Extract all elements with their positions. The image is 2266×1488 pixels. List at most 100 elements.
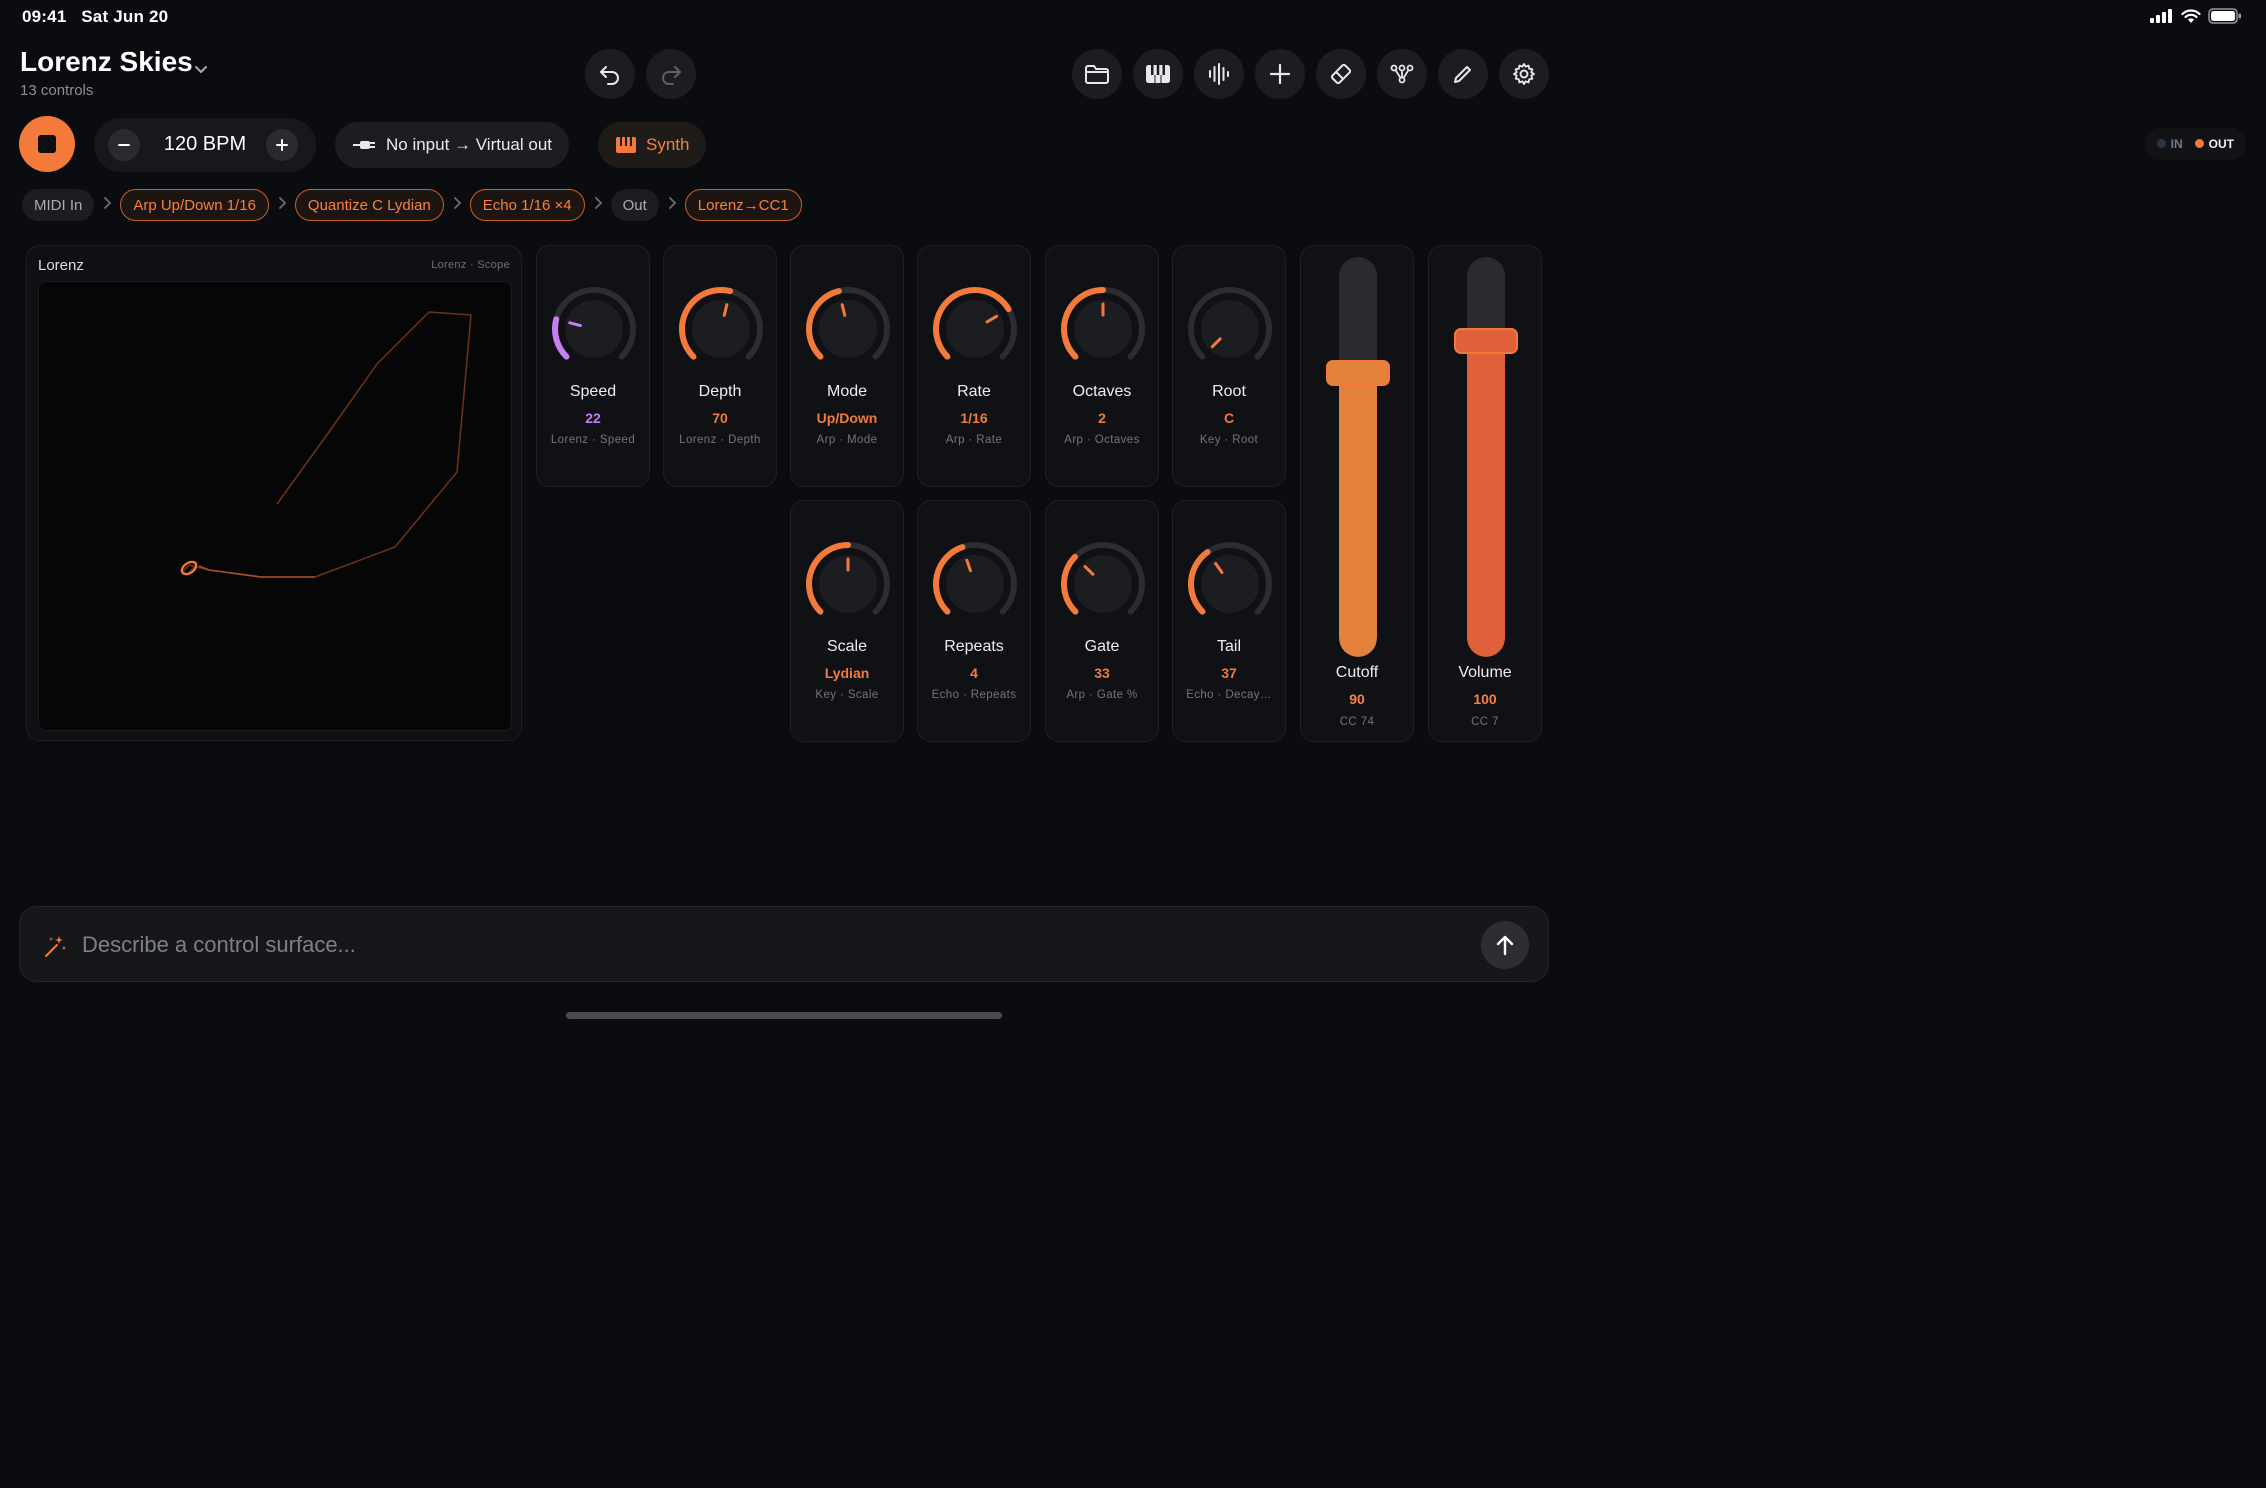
- knob-value: 70: [712, 410, 728, 426]
- edit-button[interactable]: [1438, 49, 1488, 99]
- knob-mapping: Key · Scale: [815, 689, 879, 701]
- lorenz-trajectory: [180, 311, 472, 578]
- audio-button[interactable]: [1194, 49, 1244, 99]
- knob-value: Up/Down: [816, 410, 878, 426]
- fader-volume[interactable]: Volume 100 CC 7: [1428, 245, 1542, 742]
- fader-fill: [1339, 373, 1377, 657]
- status-time: 09:41: [22, 7, 67, 26]
- tempo-increase-button[interactable]: [266, 129, 298, 161]
- fader-mapping: CC 74: [1339, 716, 1375, 728]
- battery-icon: [2208, 8, 2241, 24]
- knob-gate[interactable]: Gate 33 Arp · Gate %: [1045, 500, 1159, 742]
- knob-label: Scale: [826, 638, 868, 655]
- fader-handle[interactable]: [1454, 328, 1518, 354]
- chain-step-chip[interactable]: Echo 1/16 ×4: [469, 189, 585, 221]
- prompt-bar: [19, 906, 1549, 982]
- chain-step-chip[interactable]: Arp Up/Down 1/16: [120, 189, 269, 221]
- status-clock: 09:41 Sat Jun 20: [22, 7, 168, 27]
- knob-depth[interactable]: Depth 70 Lorenz · Depth: [663, 245, 777, 487]
- chain-step-chip[interactable]: MIDI In: [22, 189, 95, 221]
- plus-icon: [1269, 63, 1291, 85]
- chain-separator-chevron-icon: [593, 196, 603, 215]
- knob-root[interactable]: Root C Key · Root: [1172, 245, 1286, 487]
- knob-label: Octaves: [1072, 383, 1132, 400]
- knob-dial[interactable]: [676, 284, 766, 374]
- knob-body: [565, 300, 623, 358]
- chain-step-chip[interactable]: Quantize C Lydian: [294, 189, 444, 221]
- knob-label: Repeats: [944, 638, 1004, 655]
- fader-label: Cutoff: [1335, 664, 1379, 681]
- piano-button[interactable]: [1133, 49, 1183, 99]
- redo-button[interactable]: [646, 49, 696, 99]
- fader-track[interactable]: [1467, 257, 1505, 657]
- fader-track[interactable]: [1339, 257, 1377, 657]
- undo-button[interactable]: [585, 49, 635, 99]
- knob-octaves[interactable]: Octaves 2 Arp · Octaves: [1045, 245, 1159, 487]
- magic-wand-icon: [45, 936, 66, 957]
- knob-tail[interactable]: Tail 37 Echo · Decay…: [1172, 500, 1286, 742]
- knob-body: [1074, 555, 1132, 613]
- knob-dial[interactable]: [803, 539, 893, 629]
- chain-step-chip[interactable]: Lorenz→CC1: [684, 189, 802, 221]
- knob-dial[interactable]: [1185, 284, 1275, 374]
- settings-button[interactable]: [1499, 49, 1549, 99]
- knob-dial[interactable]: [1185, 539, 1275, 629]
- knob-mapping: Arp · Rate: [945, 434, 1003, 446]
- knob-dial[interactable]: [549, 284, 639, 374]
- routing-graph-button[interactable]: [1377, 49, 1427, 99]
- pencil-icon: [1454, 66, 1471, 83]
- knob-label: Mode: [826, 383, 868, 400]
- knob-label: Depth: [698, 383, 742, 400]
- fader-fill: [1467, 341, 1505, 657]
- knob-dial[interactable]: [803, 284, 893, 374]
- status-date: Sat Jun 20: [81, 7, 169, 26]
- knob-value: 37: [1221, 665, 1237, 681]
- knob-mapping: Arp · Gate %: [1066, 689, 1138, 701]
- knob-dial[interactable]: [930, 539, 1020, 629]
- send-button[interactable]: [1481, 921, 1529, 969]
- midi-out-indicator: OUT: [2194, 137, 2234, 151]
- knob-dial[interactable]: [1058, 284, 1148, 374]
- lorenz-scope-card: Lorenz Lorenz · Scope: [26, 245, 522, 741]
- midi-routing-button[interactable]: No input → Virtual out: [335, 122, 569, 168]
- chain-step-chip[interactable]: Out: [610, 189, 659, 221]
- instrument-label: Synth: [646, 135, 690, 154]
- fader-handle[interactable]: [1326, 360, 1390, 386]
- fader-cutoff[interactable]: Cutoff 90 CC 74: [1300, 245, 1414, 742]
- describe-surface-input[interactable]: [82, 925, 1462, 965]
- knob-mapping: Echo · Repeats: [931, 689, 1017, 701]
- knob-value: 2: [1098, 410, 1106, 426]
- eraser-button[interactable]: [1316, 49, 1366, 99]
- undo-icon: [600, 66, 619, 85]
- tempo-control: 120 BPM: [94, 118, 316, 172]
- knob-label: Tail: [1216, 638, 1241, 655]
- chain-separator-chevron-icon: [667, 196, 677, 215]
- knob-repeats[interactable]: Repeats 4 Echo · Repeats: [917, 500, 1031, 742]
- instrument-button[interactable]: Synth: [598, 122, 707, 168]
- knob-body: [692, 300, 750, 358]
- title-dropdown-chevron-icon[interactable]: [193, 64, 209, 76]
- knob-dial[interactable]: [930, 284, 1020, 374]
- add-button[interactable]: [1255, 49, 1305, 99]
- scope-title: Lorenz: [38, 257, 84, 274]
- knob-value: C: [1223, 410, 1235, 426]
- knob-rate[interactable]: Rate 1/16 Arp · Rate: [917, 245, 1031, 487]
- knob-speed[interactable]: Speed 22 Lorenz · Speed: [536, 245, 650, 487]
- piano-icon: [1146, 65, 1170, 83]
- chain-separator-chevron-icon: [102, 196, 112, 215]
- waveform-icon: [1209, 63, 1229, 85]
- stop-button[interactable]: [19, 116, 75, 172]
- chain-separator-chevron-icon: [452, 196, 462, 215]
- knob-scale[interactable]: Scale Lydian Key · Scale: [790, 500, 904, 742]
- open-folder-button[interactable]: [1072, 49, 1122, 99]
- page-title: Lorenz Skies: [20, 46, 193, 77]
- knob-mode[interactable]: Mode Up/Down Arp · Mode: [790, 245, 904, 487]
- wifi-icon: [2181, 8, 2201, 23]
- controls-count: 13 controls: [20, 82, 94, 99]
- arrow-up-icon: [1496, 935, 1514, 956]
- home-indicator[interactable]: [566, 1012, 1002, 1019]
- fader-value: 100: [1473, 691, 1497, 707]
- cable-icon: [353, 141, 375, 149]
- knob-mapping: Lorenz · Depth: [679, 434, 761, 446]
- knob-dial[interactable]: [1058, 539, 1148, 629]
